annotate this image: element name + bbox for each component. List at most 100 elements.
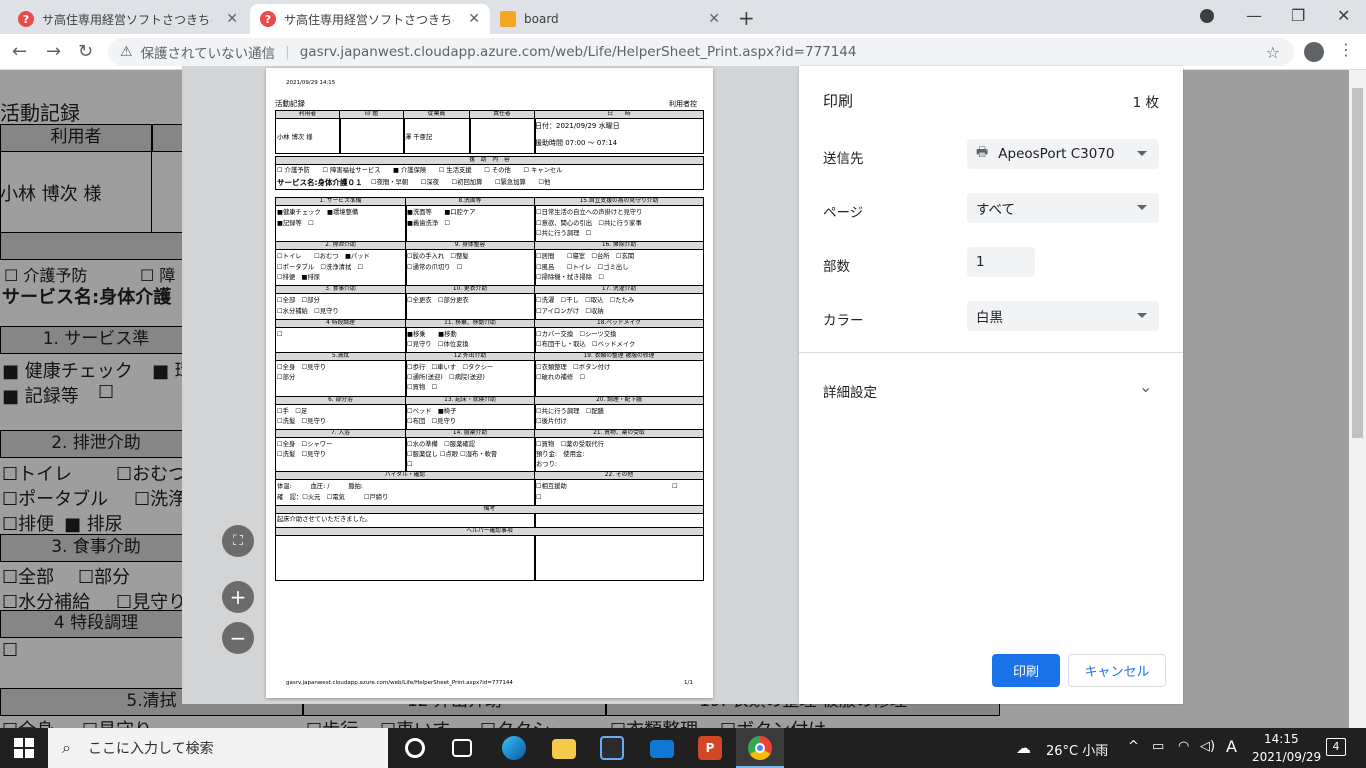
s4-header: 4 特段調理 — [275, 319, 406, 328]
task-view-icon[interactable] — [452, 739, 472, 757]
mail-icon[interactable] — [650, 740, 674, 758]
expand-chevron-icon[interactable]: ⌄ — [1139, 377, 1152, 396]
sheet-header-user: 利用者 — [275, 110, 340, 119]
cortana-icon[interactable] — [405, 738, 425, 758]
chrome-center-icon — [755, 743, 765, 753]
search-placeholder: ここに入力して検索 — [88, 741, 214, 757]
board-favicon-icon — [500, 11, 516, 27]
pages-value: すべて — [976, 202, 1016, 218]
divider: | — [285, 44, 290, 60]
destination-select[interactable]: 🖶 ApeosPort C3070 — [967, 139, 1159, 169]
r7a: ☐全身 ☐シャワー — [277, 441, 333, 448]
color-select[interactable]: 白黒 — [967, 301, 1159, 331]
tab-1[interactable]: ? サ高住専用経営ソフトさつきちゃん ✕ — [8, 4, 248, 34]
divider — [799, 352, 1183, 353]
r2b: ☐ポータブル ☐洗浄清拭 ☐ — [277, 264, 364, 271]
minimize-icon[interactable]: — — [1246, 6, 1262, 25]
s1-header: 1. サービス準備 — [275, 197, 406, 206]
help-favicon-icon: ? — [260, 11, 276, 27]
r19a: ☐衣類整理 ☐ボタン付け — [536, 364, 611, 371]
close-tab-icon[interactable]: ✕ — [226, 11, 238, 27]
reload-icon[interactable]: ↻ — [78, 41, 93, 62]
volume-icon[interactable]: ◁) — [1200, 739, 1215, 754]
fit-to-page-icon[interactable]: ⛶ — [222, 525, 254, 557]
r22a: ☐相互援助 — [536, 483, 567, 490]
battery-icon[interactable]: ▭ — [1152, 739, 1164, 754]
store-icon[interactable] — [600, 736, 624, 760]
sheet-time: 援助時間 07:00 〜 07:14 — [535, 139, 618, 147]
r11b: ☐見守り ☐体位変換 — [407, 341, 469, 348]
s15-header: 15.自立支援の為の見守り介助 — [534, 197, 704, 206]
maximize-icon[interactable]: ❐ — [1291, 6, 1305, 25]
printer-icon: 🖶 — [976, 145, 989, 160]
r15a: ☐日常生活の自立への声掛けと見守り — [536, 209, 643, 216]
sheet-date: 日付：2021/09/29 水曜日 — [535, 122, 620, 130]
close-tab-icon[interactable]: ✕ — [708, 11, 720, 27]
menu-icon[interactable]: ⋮ — [1338, 40, 1354, 59]
tab-2-active[interactable]: ? サ高住専用経営ソフトさつきちゃん | さ ✕ — [250, 4, 490, 34]
r16a: ☐居間 ☐寝室 ☐台所 ☐玄関 — [536, 253, 635, 260]
more-settings-toggle[interactable]: 詳細設定 — [823, 381, 877, 401]
s19-header: 19. 衣類の整理 被服の修理 — [534, 352, 704, 361]
clock-time[interactable]: 14:15 — [1264, 732, 1299, 746]
print-button[interactable]: 印刷 — [992, 654, 1060, 687]
r12c: ☐買物 ☐ — [407, 384, 438, 391]
s8-header: 8.洗面等 — [405, 197, 535, 206]
weather-text[interactable]: 26°C 小雨 — [1046, 740, 1108, 759]
bookmark-star-icon[interactable]: ☆ — [1266, 43, 1280, 62]
r3b: ☐水分補給 ☐見守り — [277, 308, 339, 315]
wifi-icon[interactable]: ◠ — [1178, 739, 1189, 754]
tray-chevron-icon[interactable]: ^ — [1128, 739, 1139, 754]
r13a: ☐ベッド ■椅子 — [407, 408, 457, 415]
dest-value: ApeosPort C3070 — [998, 146, 1115, 162]
r21a: ☐買物 ☐薬の受取代行 — [536, 441, 604, 448]
s11-header: 11. 移乗、移動介助 — [405, 319, 535, 328]
sheet-right-label: 利用者控 — [669, 100, 697, 108]
windows-start-icon[interactable] — [14, 738, 34, 758]
close-window-icon[interactable]: ✕ — [1337, 6, 1350, 25]
zoom-out-icon[interactable]: − — [222, 622, 254, 654]
s9-header: 9. 身体整容 — [405, 241, 535, 250]
r9a: ☐髭の手入れ ☐整髪 — [407, 253, 469, 260]
r6b: ☐洗髪 ☐見守り — [277, 418, 327, 425]
edge-icon[interactable] — [502, 736, 526, 760]
close-tab-icon[interactable]: ✕ — [468, 11, 480, 27]
s3-header: 3. 食事介助 — [275, 285, 406, 294]
forward-icon[interactable]: → — [46, 41, 61, 62]
r9b: ☐通常の爪切り ☐ — [407, 264, 463, 271]
sheet-user: 小林 博次 様 — [277, 134, 313, 141]
sheet-count: 1 枚 — [1132, 95, 1159, 111]
chevron-down-icon — [1137, 151, 1147, 156]
file-explorer-icon[interactable] — [552, 739, 576, 759]
cancel-button[interactable]: キャンセル — [1068, 654, 1166, 687]
color-value: 白黒 — [976, 310, 1003, 326]
r17b: ☐アイロンがけ ☐収納 — [536, 308, 604, 315]
tab-3[interactable]: board ✕ — [490, 4, 730, 34]
zoom-in-icon[interactable]: + — [222, 581, 254, 613]
powerpoint-icon[interactable]: P — [698, 736, 722, 760]
r1a: ■健康チェック ■環境整備 — [277, 209, 359, 216]
profile-menu-icon[interactable] — [1200, 9, 1214, 23]
sheet-header-stamp: 印 鑑 — [339, 110, 404, 119]
tab-title: サ高住専用経営ソフトさつきちゃん — [42, 12, 212, 27]
r18b: ☐布団干し・取込 ☐ベッドメイク — [536, 341, 636, 348]
r21c: おつり: — [536, 461, 558, 468]
back-icon[interactable]: ← — [12, 41, 27, 62]
account-avatar[interactable] — [1304, 42, 1324, 62]
r18a: ☐カバー交換 ☐シーツ交換 — [536, 331, 617, 338]
address-bar[interactable]: ⚠ 保護されていない通信 | gasrv.japanwest.cloudapp.… — [108, 38, 1294, 66]
taskbar-search[interactable]: ⌕ ここに入力して検索 — [48, 728, 388, 768]
r5a: ☐全身 ☐見守り — [277, 364, 327, 371]
r10a: ☐全更衣 ☐部分更衣 — [407, 297, 469, 304]
chevron-down-icon — [1137, 205, 1147, 210]
notification-icon[interactable]: 4 — [1326, 738, 1346, 756]
new-tab-icon[interactable]: + — [738, 6, 755, 30]
ime-indicator[interactable]: A — [1226, 737, 1237, 756]
clock-date[interactable]: 2021/09/29 — [1252, 750, 1321, 764]
pages-select[interactable]: すべて — [967, 193, 1159, 223]
s22-header: 22. その他 — [534, 471, 704, 480]
sheet-title: 活動記録 — [275, 99, 305, 108]
copies-input[interactable]: 1 — [967, 247, 1035, 277]
s7-header: 7. 入浴 — [275, 429, 406, 438]
scrollbar-thumb[interactable] — [1352, 88, 1363, 438]
